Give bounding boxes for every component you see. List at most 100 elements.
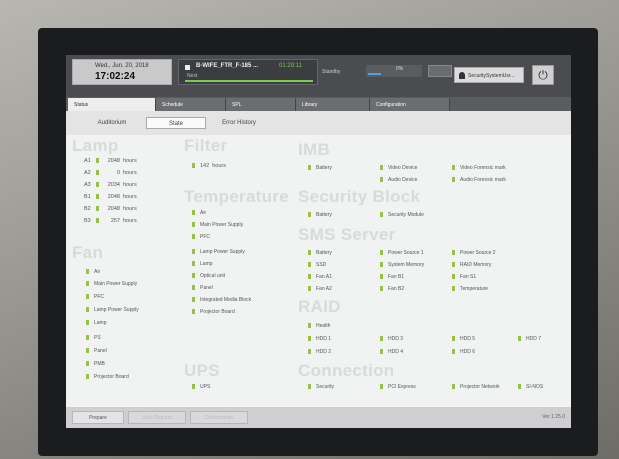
status-indicator-icon (380, 286, 383, 292)
fan-item-label: Air (94, 269, 101, 275)
status-indicator-icon (452, 349, 455, 355)
status-indicator-icon (192, 309, 195, 315)
temperature-item-label: PFC (200, 234, 210, 240)
security-block-item-label: Battery (316, 212, 332, 218)
sms-item-label: Temperature (460, 286, 489, 292)
status-indicator-icon (452, 274, 455, 280)
connection-item-label: PCI Express (388, 384, 416, 390)
tab-configuration[interactable]: Configuration (370, 98, 450, 111)
username-label: SecuritySystemUsr... (468, 73, 515, 79)
imb-item: Video Device (380, 165, 417, 171)
sms-item: System Memory (380, 262, 424, 268)
lamp-value: 257 (110, 218, 120, 224)
sms-item: Fan A2 (308, 286, 332, 292)
fan-item-label: Projector Board (94, 374, 129, 380)
fan-item: PFC (86, 294, 104, 300)
status-indicator-icon (192, 273, 195, 279)
sms-item: SSD (308, 262, 326, 268)
fan-item-label: PFC (94, 294, 104, 300)
lamp-unit: hours (123, 206, 137, 212)
status-indicator-icon (86, 374, 89, 380)
sms-item-label: Fan S1 (460, 274, 477, 280)
date-time-panel: Wed., Jun. 20, 2018 17:02:24 (72, 59, 172, 85)
status-indicator-icon (308, 336, 311, 342)
lamp-value: 2048 (107, 194, 120, 200)
fan-item: PS (86, 335, 101, 341)
tab-library[interactable]: Library (296, 98, 370, 111)
raid-item-label: Health (316, 323, 331, 329)
show-time: 01:29:11 (279, 63, 302, 69)
sms-item: RAID Memory (452, 262, 491, 268)
power-button[interactable]: ⏻ (532, 65, 554, 85)
show-panel[interactable]: B-WIFE_FTR_F-185 ... 01:29:11 Next (178, 59, 318, 85)
status-indicator-icon (96, 218, 99, 224)
lamp-row: B1 2048 hours (84, 194, 137, 200)
subtab-auditorium[interactable]: Auditorium (82, 117, 142, 129)
tab-status[interactable]: Status (68, 98, 156, 111)
sms-item-label: Fan A2 (316, 286, 332, 292)
sms-item: Power Source 2 (452, 250, 496, 256)
start-reports-button[interactable]: Start Reports (128, 411, 186, 424)
lamp-name: A2 (84, 170, 91, 176)
status-indicator-icon (452, 384, 455, 390)
lamp-value: 2048 (107, 206, 120, 212)
raid-item-label: HDD 7 (526, 336, 542, 342)
fan-item-label: Lamp (94, 320, 107, 326)
lamp-name: A1 (84, 158, 91, 164)
header-control-button[interactable] (428, 65, 452, 77)
sms-item-label: Power Source 1 (388, 250, 424, 256)
ups-item: UPS (192, 384, 210, 390)
raid-item-label: HDD 6 (460, 349, 476, 355)
monitor-screen: Wed., Jun. 20, 2018 17:02:24 B-WIFE_FTR_… (66, 55, 571, 428)
temperature-item-label: Panel (200, 285, 213, 291)
user-icon (459, 72, 465, 79)
show-progress-bar (185, 80, 313, 82)
ups-title: UPS (184, 361, 220, 380)
version-label: Ver 1.25.0 (542, 414, 565, 420)
status-indicator-icon (192, 222, 195, 228)
footer-bar: Prepare Start Reports Confirmation Ver 1… (66, 407, 571, 428)
power-icon: ⏻ (538, 68, 548, 82)
lamp-unit: hours (123, 182, 137, 188)
ups-item-label: UPS (200, 384, 211, 390)
user-panel[interactable]: SecuritySystemUsr... (454, 67, 524, 83)
lamp-unit: hours (123, 170, 137, 176)
lamp-row: A1 2048 hours (84, 158, 137, 164)
connection-item-label: SI-NOS (526, 384, 544, 390)
lamp-row: B2 2048 hours (84, 206, 137, 212)
status-indicator-icon (380, 262, 383, 268)
raid-item-label: HDD 5 (460, 336, 476, 342)
fan-item-label: Panel (94, 348, 107, 354)
tab-schedule[interactable]: Schedule (156, 98, 226, 111)
raid-title: RAID (298, 297, 341, 316)
show-title: B-WIFE_FTR_F-185 ... (196, 63, 259, 69)
imb-title: IMB (298, 140, 331, 159)
lamp-name: B3 (84, 218, 91, 224)
sub-tab-bar: Auditorium State Error History (66, 111, 571, 135)
status-indicator-icon (86, 294, 89, 300)
progress-fill (368, 73, 381, 75)
imb-item: Audio Forensic mark (452, 177, 506, 183)
subtab-error-history[interactable]: Error History (208, 117, 270, 129)
status-indicator-icon (308, 286, 311, 292)
raid-item-label: HDD 3 (388, 336, 404, 342)
status-indicator-icon (96, 206, 99, 212)
sms-item-label: Fan B1 (388, 274, 405, 280)
status-indicator-icon (86, 320, 89, 326)
temperature-item: Integrated Media Block (192, 297, 251, 303)
status-indicator-icon (192, 249, 195, 255)
temperature-item-label: Lamp (200, 261, 213, 267)
status-indicator-icon (308, 262, 311, 268)
status-indicator-icon (86, 361, 89, 367)
subtab-state[interactable]: State (146, 117, 206, 129)
fan-item-label: Lamp Power Supply (94, 307, 139, 313)
confirmation-button[interactable]: Confirmation (190, 411, 248, 424)
temperature-item: Lamp (192, 261, 213, 267)
main-tab-bar: Status Schedule SPL Library Configuratio… (66, 97, 571, 111)
tab-spl[interactable]: SPL (226, 98, 296, 111)
prepare-button[interactable]: Prepare (72, 411, 124, 424)
date-label: Wed., Jun. 20, 2018 (95, 63, 149, 69)
raid-item: HDD 7 (518, 336, 541, 342)
fan-item: Main Power Supply (86, 281, 137, 287)
sms-item-label: RAID Memory (460, 262, 492, 268)
